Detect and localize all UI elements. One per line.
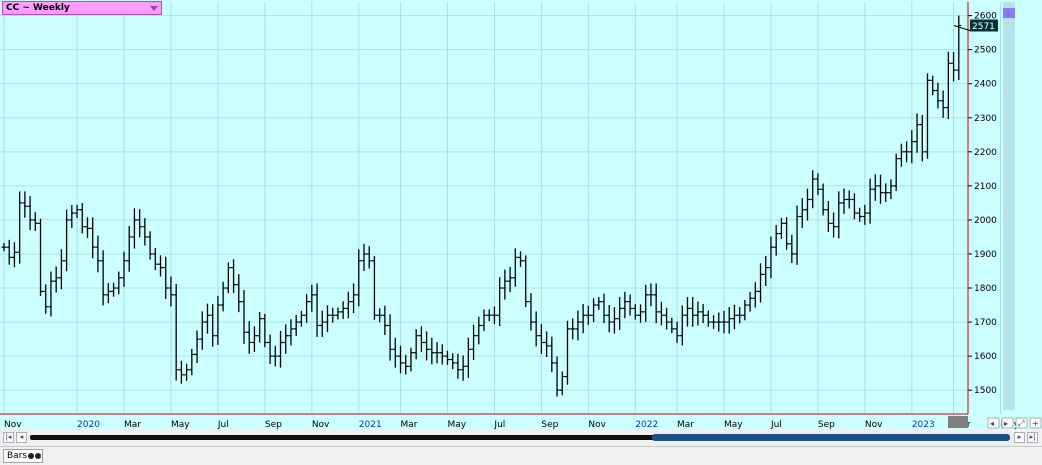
chart-control-glyph[interactable]: ◂ <box>990 419 994 428</box>
scroll-last-icon[interactable]: ▸| <box>1027 432 1038 443</box>
x-tick-label: May <box>447 420 466 430</box>
y-tick-label: 2000 <box>974 216 997 226</box>
corner-box <box>948 416 968 428</box>
status-row: Bars <box>0 446 1042 465</box>
dot-icon <box>28 452 35 459</box>
x-tick-label: Mar <box>677 420 694 430</box>
x-tick-label: Nov <box>865 420 883 430</box>
scrollbar-thumb[interactable] <box>652 434 1010 441</box>
chart-control-glyph[interactable]: + <box>1032 419 1039 428</box>
x-tick-label: Jul <box>493 420 505 430</box>
x-tick-label: Nov <box>4 420 22 430</box>
x-tick-label: 2022 <box>635 420 658 430</box>
symbol-selector[interactable]: CC ~ Weekly <box>2 1 162 15</box>
y-tick-label: 1500 <box>974 386 997 396</box>
x-tick-label: Jul <box>217 420 229 430</box>
x-tick-label: Sep <box>265 420 282 430</box>
x-tick-label: Sep <box>818 420 835 430</box>
y-tick-label: 2200 <box>974 148 997 158</box>
scroll-right-icon[interactable]: ▸ <box>1014 432 1025 443</box>
scroll-left-icon[interactable]: ◂ <box>16 432 27 443</box>
dot-icon <box>35 452 42 459</box>
y-tick-label: 1600 <box>974 352 997 362</box>
chart-control-glyph[interactable]: ▸ <box>1004 419 1008 428</box>
x-tick-label: Sep <box>541 420 558 430</box>
last-price-label: 2571 <box>972 22 995 32</box>
y-tick-label: 2300 <box>974 114 997 124</box>
y-tick-label: 1700 <box>974 318 997 328</box>
bars-tab[interactable]: Bars <box>3 449 43 463</box>
scroll-first-icon[interactable]: |◂ <box>3 432 14 443</box>
x-tick-label: Jul <box>770 420 782 430</box>
price-chart: 1500 1600 1700 1800 1900 2000 2100 2200 2300 2400… <box>0 2 1042 430</box>
chart-control-glyph[interactable]: ⤢ <box>1017 419 1024 428</box>
y-tick-label: 2100 <box>974 182 997 192</box>
y-tick-label: 1800 <box>974 284 997 294</box>
right-panel <box>1003 2 1015 410</box>
chart-area: 1500 1600 1700 1800 1900 2000 2100 2200 2300 2400… <box>0 0 1042 430</box>
symbol-title: CC ~ Weekly <box>6 3 70 13</box>
y-tick-label: 2400 <box>974 80 997 90</box>
x-tick-label: May <box>724 420 743 430</box>
x-tick-label: May <box>171 420 190 430</box>
x-tick-label: Mar <box>401 420 418 430</box>
x-tick-label: Nov <box>312 420 330 430</box>
x-tick-label: 2020 <box>77 420 100 430</box>
currency-badge[interactable]: $ <box>1006 9 1011 18</box>
y-tick-label: 1900 <box>974 250 997 260</box>
bars-tab-label: Bars <box>7 451 28 461</box>
x-tick-label: 2023 <box>912 420 935 430</box>
scroll-row: |◂ ◂ ▸ ▸| <box>0 431 1042 445</box>
dropdown-arrow-icon[interactable] <box>150 6 158 11</box>
y-tick-label: 2500 <box>974 46 997 56</box>
x-tick-label: 2021 <box>359 420 382 430</box>
x-tick-label: Mar <box>124 420 141 430</box>
x-tick-label: Nov <box>588 420 606 430</box>
